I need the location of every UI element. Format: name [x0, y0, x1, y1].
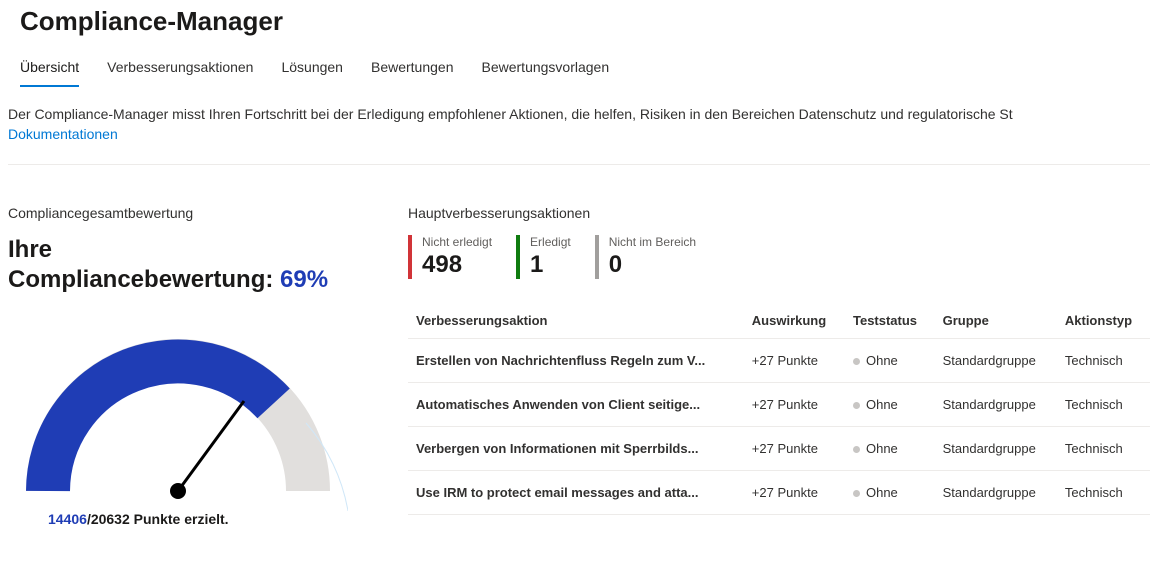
status-dot-icon: [853, 446, 860, 453]
status-value: 498: [422, 251, 492, 279]
cell-type: Technisch: [1057, 339, 1150, 383]
tab-0[interactable]: Übersicht: [20, 51, 79, 87]
table-row[interactable]: Use IRM to protect email messages and at…: [408, 471, 1150, 515]
status-label: Nicht im Bereich: [609, 235, 696, 249]
col-type[interactable]: Aktionstyp: [1057, 303, 1150, 339]
intro-paragraph: Der Compliance-Manager misst Ihren Forts…: [8, 106, 1013, 122]
cell-type: Technisch: [1057, 427, 1150, 471]
table-row[interactable]: Verbergen von Informationen mit Sperrbil…: [408, 427, 1150, 471]
score-title-line2: Compliancebewertung:: [8, 266, 273, 293]
score-title-line1: Ihre: [8, 236, 52, 263]
cell-type: Technisch: [1057, 383, 1150, 427]
status-card-2: Nicht im Bereich 0: [595, 235, 720, 279]
tab-4[interactable]: Bewertungsvorlagen: [482, 51, 610, 87]
status-dot-icon: [853, 358, 860, 365]
cell-type: Technisch: [1057, 471, 1150, 515]
page-title: Compliance-Manager: [4, 0, 1150, 51]
cell-group: Standardgruppe: [935, 427, 1057, 471]
cell-action: Erstellen von Nachrichtenfluss Regeln zu…: [408, 339, 744, 383]
intro-text: Der Compliance-Manager misst Ihren Forts…: [4, 104, 1150, 144]
cell-teststatus: Ohne: [845, 427, 935, 471]
cell-action: Verbergen von Informationen mit Sperrbil…: [408, 427, 744, 471]
status-dot-icon: [853, 490, 860, 497]
status-value: 1: [530, 251, 571, 279]
points-earned: 14406: [48, 511, 87, 527]
status-label: Nicht erledigt: [422, 235, 492, 249]
tab-1[interactable]: Verbesserungsaktionen: [107, 51, 253, 87]
points-total: /20632 Punkte erzielt.: [87, 511, 229, 527]
col-group[interactable]: Gruppe: [935, 303, 1057, 339]
docs-link[interactable]: Dokumentationen: [8, 124, 1150, 144]
improvements-section-label: Hauptverbesserungsaktionen: [408, 205, 1150, 221]
col-action[interactable]: Verbesserungsaktion: [408, 303, 744, 339]
score-points: 14406/20632 Punkte erzielt.: [48, 511, 368, 527]
tab-bar: Übersicht Verbesserungsaktionen Lösungen Be…: [4, 51, 1150, 88]
cell-teststatus: Ohne: [845, 471, 935, 515]
col-impact[interactable]: Auswirkung: [744, 303, 845, 339]
status-dot-icon: [853, 402, 860, 409]
status-card-0: Nicht erledigt 498: [408, 235, 516, 279]
cell-teststatus: Ohne: [845, 383, 935, 427]
score-section-label: Compliancegesamtbewertung: [8, 205, 368, 221]
tab-3[interactable]: Bewertungen: [371, 51, 454, 87]
cell-impact: +27 Punkte: [744, 339, 845, 383]
cell-teststatus: Ohne: [845, 339, 935, 383]
cell-action: Automatisches Anwenden von Client seitig…: [408, 383, 744, 427]
score-percent: 69%: [280, 266, 328, 293]
score-gauge: [8, 311, 348, 511]
status-value: 0: [609, 251, 696, 279]
score-title: Ihre Compliancebewertung: 69%: [8, 235, 368, 295]
cell-impact: +27 Punkte: [744, 471, 845, 515]
tab-2[interactable]: Lösungen: [281, 51, 343, 87]
cell-group: Standardgruppe: [935, 339, 1057, 383]
table-row[interactable]: Erstellen von Nachrichtenfluss Regeln zu…: [408, 339, 1150, 383]
cell-impact: +27 Punkte: [744, 427, 845, 471]
cell-impact: +27 Punkte: [744, 383, 845, 427]
col-teststatus[interactable]: Teststatus: [845, 303, 935, 339]
status-label: Erledigt: [530, 235, 571, 249]
cell-action: Use IRM to protect email messages and at…: [408, 471, 744, 515]
status-cards: Nicht erledigt 498 Erledigt 1 Nicht im Berei…: [408, 235, 1150, 279]
table-row[interactable]: Automatisches Anwenden von Client seitig…: [408, 383, 1150, 427]
status-card-1: Erledigt 1: [516, 235, 595, 279]
cell-group: Standardgruppe: [935, 471, 1057, 515]
cell-group: Standardgruppe: [935, 383, 1057, 427]
improvements-table: Verbesserungsaktion Auswirkung Teststatu…: [408, 303, 1150, 515]
section-divider: [8, 164, 1150, 165]
